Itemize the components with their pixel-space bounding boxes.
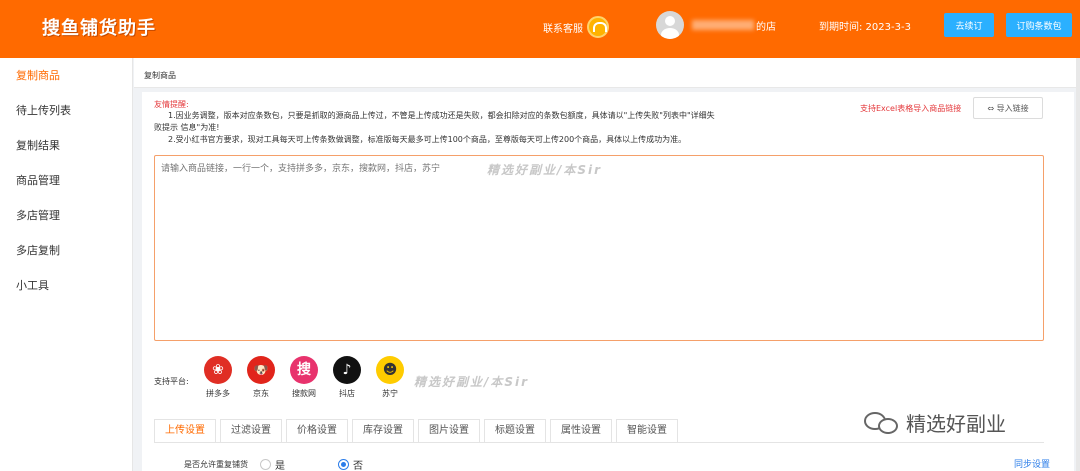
headset-icon[interactable] <box>587 16 609 38</box>
app-logo: 搜鱼铺货助手 <box>42 18 156 39</box>
import-link-button[interactable]: ⇔ 导入链接 <box>973 97 1043 119</box>
buy-package-button[interactable]: 订购条数包 <box>1006 13 1072 37</box>
radio-no-label: 否 <box>353 461 363 471</box>
tab-attribute-settings[interactable]: 属性设置 <box>550 419 612 443</box>
radio-checked-icon[interactable] <box>338 459 349 470</box>
sidebar-item-copy-product[interactable]: 复制商品 <box>0 58 132 93</box>
soukuan-icon: 搜 <box>290 356 318 384</box>
breadcrumb: 复制商品 <box>134 58 1080 88</box>
sidebar-item-multi-store[interactable]: 多店管理 <box>0 198 132 233</box>
sync-settings-link[interactable]: 同步设置 <box>1014 457 1050 470</box>
platform-pinduoduo: ❀ 拼多多 <box>198 356 238 399</box>
expire-date: 到期时间: 2023-3-3 <box>819 22 911 33</box>
platform-name: 抖店 <box>339 389 355 398</box>
wechat-icon <box>862 410 902 436</box>
pinduoduo-icon: ❀ <box>204 356 232 384</box>
user-info[interactable]: 的店 <box>656 11 776 39</box>
contact-support[interactable]: 联系客服 <box>543 16 609 38</box>
sidebar-item-multi-copy[interactable]: 多店复制 <box>0 233 132 268</box>
douyin-icon: ♪ <box>333 356 361 384</box>
tab-divider <box>154 442 1044 443</box>
platform-name: 搜款网 <box>292 389 316 398</box>
radio-no[interactable]: 否 <box>338 457 363 471</box>
sidebar-item-copy-result[interactable]: 复制结果 <box>0 128 132 163</box>
jd-icon: 🐶 <box>247 356 275 384</box>
platform-name: 京东 <box>253 389 269 398</box>
sidebar: 复制商品 待上传列表 复制结果 商品管理 多店管理 多店复制 小工具 <box>0 58 133 471</box>
tab-stock-settings[interactable]: 库存设置 <box>352 419 414 443</box>
tab-upload-settings[interactable]: 上传设置 <box>154 419 216 443</box>
excel-import-link[interactable]: 支持Excel表格导入商品链接 <box>860 103 961 114</box>
tab-smart-settings[interactable]: 智能设置 <box>616 419 678 443</box>
settings-tabs: 上传设置 过滤设置 价格设置 库存设置 图片设置 标题设置 属性设置 智能设置 <box>154 419 682 443</box>
support-label: 联系客服 <box>543 23 583 35</box>
tip-line-2: 2.受小红书官方要求，现对工具每天可上传条数做调整，标准版每天最多可上传100个… <box>168 135 687 144</box>
redacted-shop-name <box>692 20 754 30</box>
shop-name-suffix: 的店 <box>756 21 776 33</box>
wechat-watermark: 精选好副业 <box>862 408 1006 437</box>
product-link-input[interactable] <box>154 155 1044 341</box>
radio-yes-label: 是 <box>275 461 285 471</box>
tab-price-settings[interactable]: 价格设置 <box>286 419 348 443</box>
page-scrollbar[interactable] <box>1076 58 1080 471</box>
sidebar-item-tools[interactable]: 小工具 <box>0 268 132 303</box>
shop-name: 的店 <box>692 18 776 33</box>
tab-title-settings[interactable]: 标题设置 <box>484 419 546 443</box>
platform-label: 支持平台: <box>154 377 189 386</box>
watermark-2: 精选好副业/本Sir <box>414 375 530 389</box>
radio-unchecked-icon[interactable] <box>260 459 271 470</box>
radio-yes[interactable]: 是 <box>260 457 285 471</box>
platform-douyin: ♪ 抖店 <box>327 356 367 399</box>
platform-suning: ☻ 苏宁 <box>370 356 410 399</box>
platform-soukuan: 搜 搜款网 <box>284 356 324 399</box>
sidebar-item-pending-upload[interactable]: 待上传列表 <box>0 93 132 128</box>
platform-name: 苏宁 <box>382 389 398 398</box>
tab-filter-settings[interactable]: 过滤设置 <box>220 419 282 443</box>
renew-button[interactable]: 去续订 <box>944 13 994 37</box>
suning-icon: ☻ <box>376 356 404 384</box>
platform-name: 拼多多 <box>206 389 230 398</box>
watermark: 精选好副业/本Sir <box>487 163 603 177</box>
tab-image-settings[interactable]: 图片设置 <box>418 419 480 443</box>
sidebar-item-product-manage[interactable]: 商品管理 <box>0 163 132 198</box>
tip-line-1: 1.因业务调整，版本对应条数包，只要是抓取的源商品上传过，不管是上传成功还是失败… <box>168 111 715 120</box>
top-header: 搜鱼铺货助手 联系客服 的店 到期时间: 2023-3-3 去续订 订购条数包 <box>0 0 1080 58</box>
repeat-upload-label: 是否允许重复铺货 <box>184 460 248 469</box>
wechat-watermark-text: 精选好副业 <box>906 412 1006 436</box>
platform-jd: 🐶 京东 <box>241 356 281 399</box>
avatar[interactable] <box>656 11 684 39</box>
